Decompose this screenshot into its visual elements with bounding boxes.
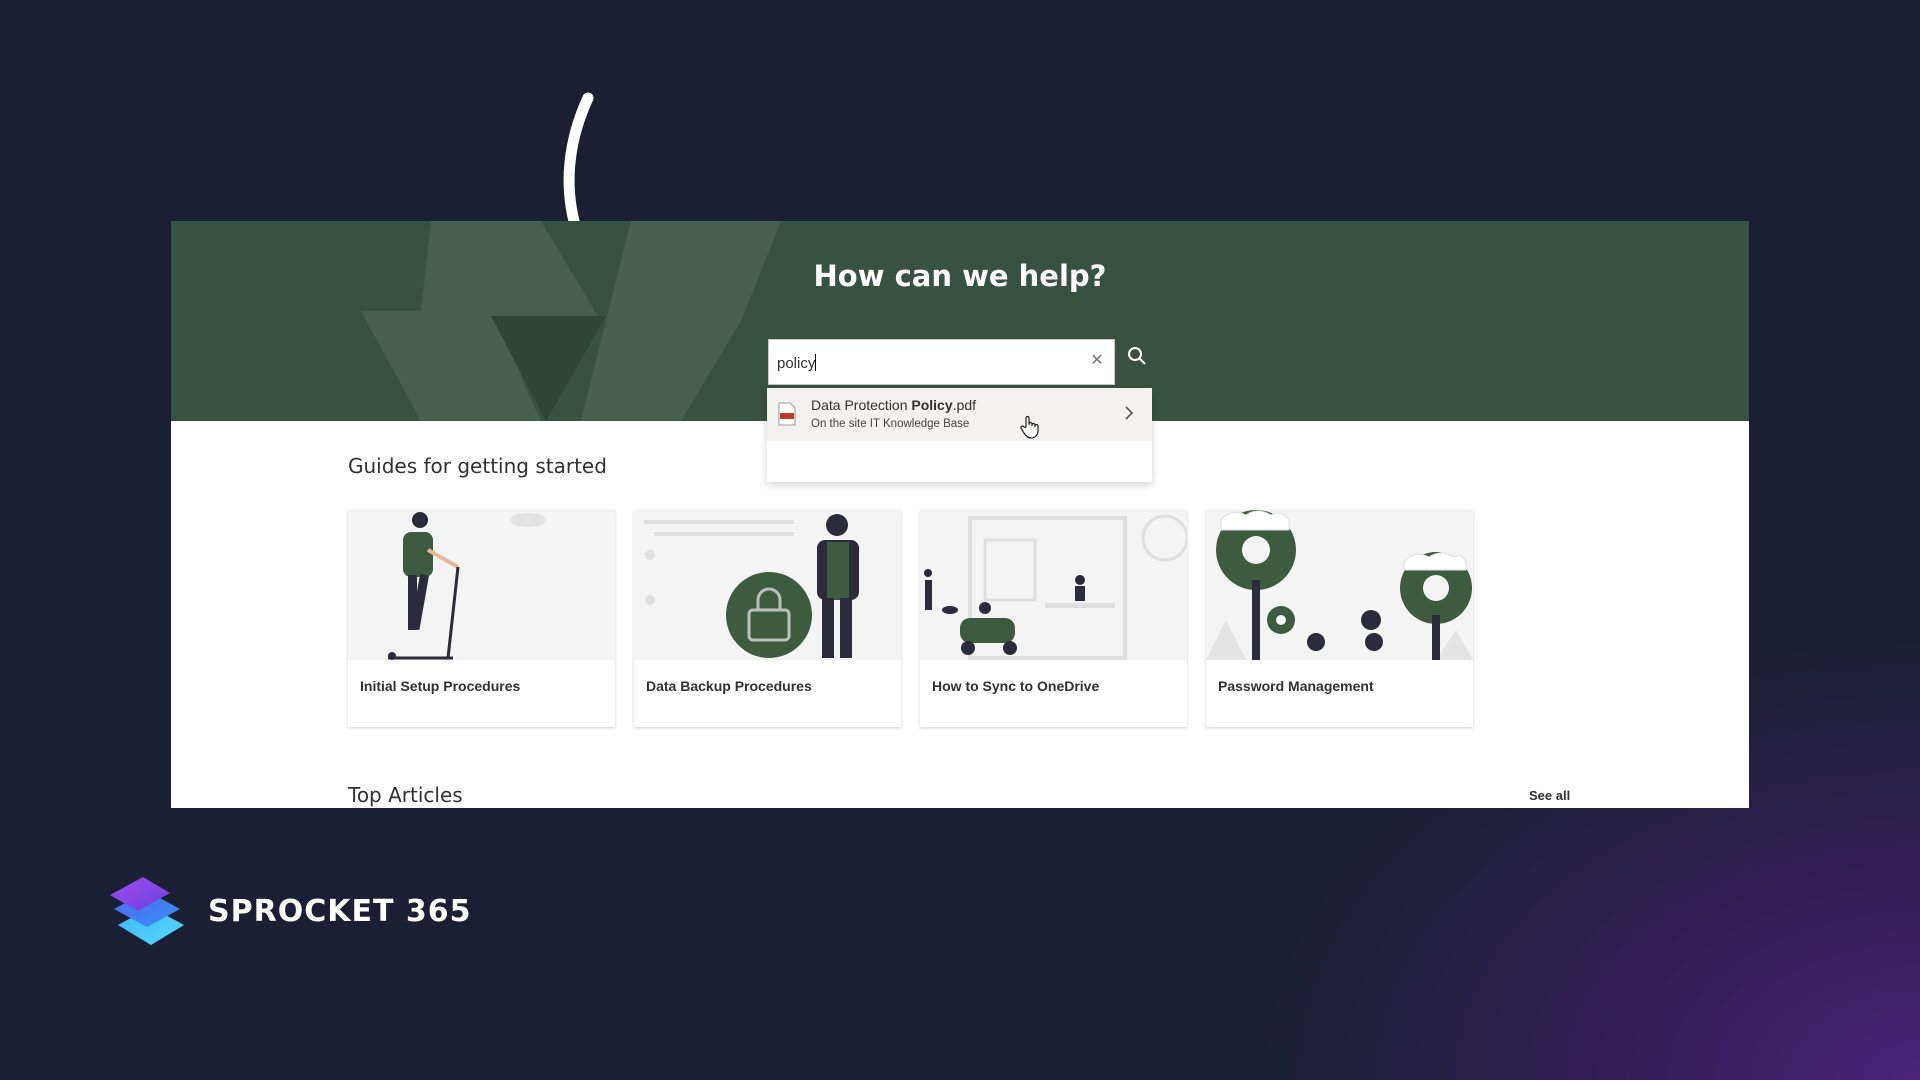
guides-section-title: Guides for getting started: [348, 454, 607, 478]
pdf-file-icon: [778, 402, 796, 426]
person-scooter-illustration: [348, 510, 615, 660]
guide-card-password-management[interactable]: Password Management: [1206, 510, 1473, 727]
hero-title: How can we help?: [813, 259, 1107, 293]
bus-stop-illustration: [920, 510, 1187, 660]
text-caret: [815, 354, 817, 371]
guide-card-data-backup[interactable]: Data Backup Procedures: [634, 510, 901, 727]
donut-trees-illustration: [1206, 510, 1473, 660]
search-input-value: policy: [777, 355, 816, 372]
hand-cursor-icon: [1020, 415, 1039, 439]
top-articles-title: Top Articles: [348, 783, 463, 807]
search-input[interactable]: policy ✕: [768, 339, 1115, 385]
guide-card-label: How to Sync to OneDrive: [932, 678, 1100, 694]
search-icon[interactable]: [1126, 345, 1148, 367]
browser-screenshot: How can we help? policy ✕ Data Protectio…: [171, 221, 1749, 808]
guide-card-onedrive-sync[interactable]: How to Sync to OneDrive: [920, 510, 1187, 727]
see-all-link[interactable]: See all: [1529, 788, 1570, 803]
guide-card-label: Initial Setup Procedures: [360, 678, 521, 694]
suggestion-site: On the site IT Knowledge Base: [811, 418, 970, 430]
guide-card-label: Password Management: [1218, 678, 1374, 694]
padlock-illustration: [634, 510, 901, 660]
hero-decoration: [361, 221, 781, 421]
brand-name: SPROCKET 365: [208, 894, 472, 929]
search-suggestions-dropdown: Data Protection Policy.pdf On the site I…: [767, 388, 1152, 482]
guide-card-label: Data Backup Procedures: [646, 678, 812, 694]
sprocket-logo-icon: [110, 877, 184, 945]
suggestion-file-name: Data Protection Policy.pdf: [811, 397, 976, 413]
suggestion-item[interactable]: Data Protection Policy.pdf On the site I…: [767, 388, 1152, 441]
clear-icon[interactable]: ✕: [1088, 352, 1106, 370]
guide-card-initial-setup[interactable]: Initial Setup Procedures: [348, 510, 615, 727]
chevron-right-icon: [1125, 406, 1134, 420]
